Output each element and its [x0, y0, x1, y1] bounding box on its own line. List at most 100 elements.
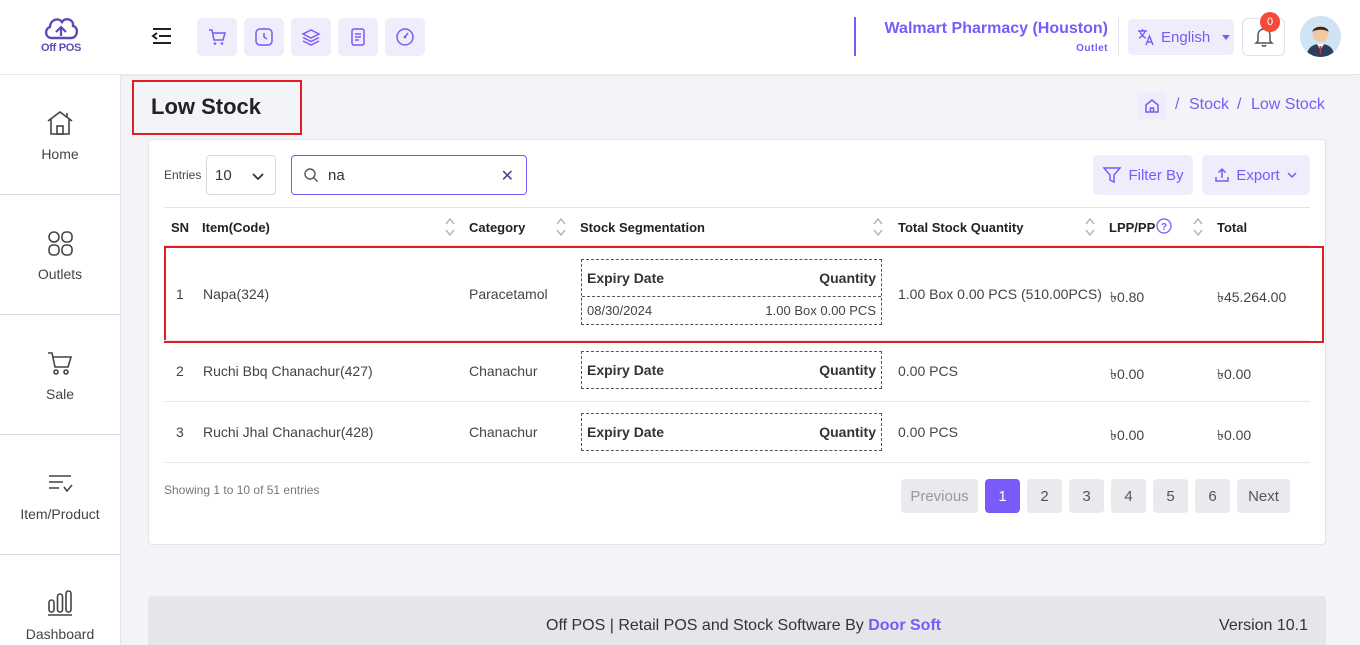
language-dropdown[interactable]: English — [1128, 19, 1234, 55]
logo-cloud-icon — [44, 18, 79, 40]
sort-icon[interactable] — [1193, 217, 1203, 237]
cell-lpp: ৳0.00 — [1110, 427, 1145, 443]
sidebar: Home Outlets Sale Item/Product Dashboard — [0, 75, 121, 645]
stock-segmentation-table: Expiry Date Quantity — [581, 413, 882, 451]
outlet-name[interactable]: Walmart Pharmacy (Houston) — [885, 20, 1108, 38]
breadcrumb-home[interactable] — [1137, 92, 1167, 120]
entries-label: Entries — [164, 168, 202, 182]
column-header-sn: SN — [171, 220, 190, 235]
filter-label: Filter By — [1128, 166, 1184, 184]
pagination-page-3[interactable]: 3 — [1069, 479, 1104, 513]
sort-icon[interactable] — [1085, 217, 1095, 237]
sidebar-item-outlets[interactable]: Outlets — [0, 195, 120, 315]
sidebar-label-home: Home — [41, 145, 79, 162]
cell-total-qty: 0.00 PCS — [898, 424, 958, 440]
translate-icon — [1138, 29, 1154, 46]
breadcrumb-stock[interactable]: Stock — [1189, 96, 1229, 114]
sort-icon[interactable] — [445, 217, 455, 237]
menu-toggle-icon[interactable] — [150, 24, 174, 48]
cart-icon — [48, 351, 73, 375]
filter-icon — [1102, 167, 1123, 184]
stock-segmentation-table: Expiry Date Quantity — [581, 351, 882, 389]
outlet-type: Outlet — [1076, 43, 1108, 54]
pagination-page-4[interactable]: 4 — [1111, 479, 1146, 513]
column-header-total-qty[interactable]: Total Stock Quantity — [898, 220, 1023, 235]
search-box[interactable]: ✕ — [291, 155, 527, 195]
entries-select[interactable]: 10 — [206, 155, 276, 195]
pagination-next[interactable]: Next — [1237, 479, 1290, 513]
home-icon — [1145, 99, 1159, 113]
chevron-down-icon — [1287, 172, 1297, 179]
column-header-item[interactable]: Item(Code) — [202, 220, 270, 235]
speedometer-icon — [396, 28, 414, 46]
quick-report-button[interactable] — [338, 18, 378, 56]
quick-attendance-button[interactable] — [244, 18, 284, 56]
top-bar: Off POS Walmart Pharmacy (Houston) Outle… — [0, 0, 1360, 75]
cell-sn: 2 — [176, 363, 184, 379]
sidebar-item-home[interactable]: Home — [0, 75, 120, 195]
cell-category: Chanachur — [469, 363, 538, 379]
column-header-total: Total — [1217, 220, 1248, 235]
quick-pos-button[interactable] — [197, 18, 237, 56]
cell-total: ৳0.00 — [1217, 366, 1252, 382]
export-button[interactable]: Export — [1202, 155, 1310, 195]
pagination-page-1[interactable]: 1 — [985, 479, 1020, 513]
column-header-lpp[interactable]: LPP/PP — [1109, 220, 1155, 235]
pagination-info: Showing 1 to 10 of 51 entries — [164, 483, 320, 497]
language-label: English — [1161, 28, 1211, 46]
pagination-page-6[interactable]: 6 — [1195, 479, 1230, 513]
upload-icon — [1215, 167, 1230, 182]
cell-lpp: ৳0.00 — [1110, 366, 1145, 382]
footer-credit: Off POS | Retail POS and Stock Software … — [546, 617, 941, 635]
breadcrumb-current: Low Stock — [1251, 96, 1325, 113]
cart-icon — [209, 29, 226, 45]
outlets-icon — [48, 230, 73, 256]
export-label: Export — [1236, 166, 1280, 184]
sidebar-item-dashboard[interactable]: Dashboard — [0, 555, 120, 645]
pagination-page-5[interactable]: 5 — [1153, 479, 1188, 513]
cell-item: Ruchi Bbq Chanachur(427) — [203, 363, 373, 379]
filter-button[interactable]: Filter By — [1093, 155, 1193, 195]
seg-header-quantity: Quantity — [819, 424, 876, 440]
sidebar-label-products: Item/Product — [20, 505, 100, 522]
header-separator — [1118, 18, 1119, 56]
sidebar-label-dashboard: Dashboard — [25, 626, 95, 642]
column-header-category[interactable]: Category — [469, 220, 525, 235]
sort-icon[interactable] — [556, 217, 566, 237]
title-highlight-box — [132, 80, 302, 135]
search-icon — [304, 168, 318, 182]
sidebar-item-products[interactable]: Item/Product — [0, 435, 120, 555]
app-logo[interactable]: Off POS — [32, 12, 90, 62]
document-icon — [351, 28, 365, 46]
pagination-previous[interactable]: Previous — [901, 479, 978, 513]
pagination-page-2[interactable]: 2 — [1027, 479, 1062, 513]
breadcrumb-separator: / — [1237, 96, 1242, 113]
clock-icon — [255, 28, 273, 46]
sidebar-item-sale[interactable]: Sale — [0, 315, 120, 435]
column-header-segmentation[interactable]: Stock Segmentation — [580, 220, 705, 235]
cell-item: Ruchi Jhal Chanachur(428) — [203, 424, 374, 440]
page-scrollbar[interactable] — [1354, 75, 1360, 645]
help-icon[interactable]: ? — [1156, 218, 1172, 234]
user-avatar[interactable] — [1300, 16, 1341, 57]
outlet-divider — [854, 17, 856, 56]
seg-header-quantity: Quantity — [819, 362, 876, 378]
seg-header-expiry: Expiry Date — [587, 362, 665, 378]
logo-text: Off POS — [40, 42, 82, 54]
cell-category: Chanachur — [469, 424, 538, 440]
footer-version: Version 10.1 — [1219, 617, 1308, 634]
quick-layers-button[interactable] — [291, 18, 331, 56]
search-input[interactable] — [328, 164, 488, 186]
footer-brand-link[interactable]: Door Soft — [868, 617, 941, 634]
footer-text: Off POS | Retail POS and Stock Software … — [546, 617, 869, 634]
home-icon — [47, 110, 73, 135]
row-divider — [164, 340, 1310, 341]
cell-total-qty: 0.00 PCS — [898, 363, 958, 379]
breadcrumb-separator: / — [1175, 96, 1180, 113]
quick-dashboard-button[interactable] — [385, 18, 425, 56]
clear-search-icon[interactable]: ✕ — [501, 166, 514, 186]
sort-icon[interactable] — [873, 217, 883, 237]
list-icon — [49, 474, 73, 492]
cell-total: ৳0.00 — [1217, 427, 1252, 443]
svg-text:?: ? — [1161, 222, 1167, 233]
